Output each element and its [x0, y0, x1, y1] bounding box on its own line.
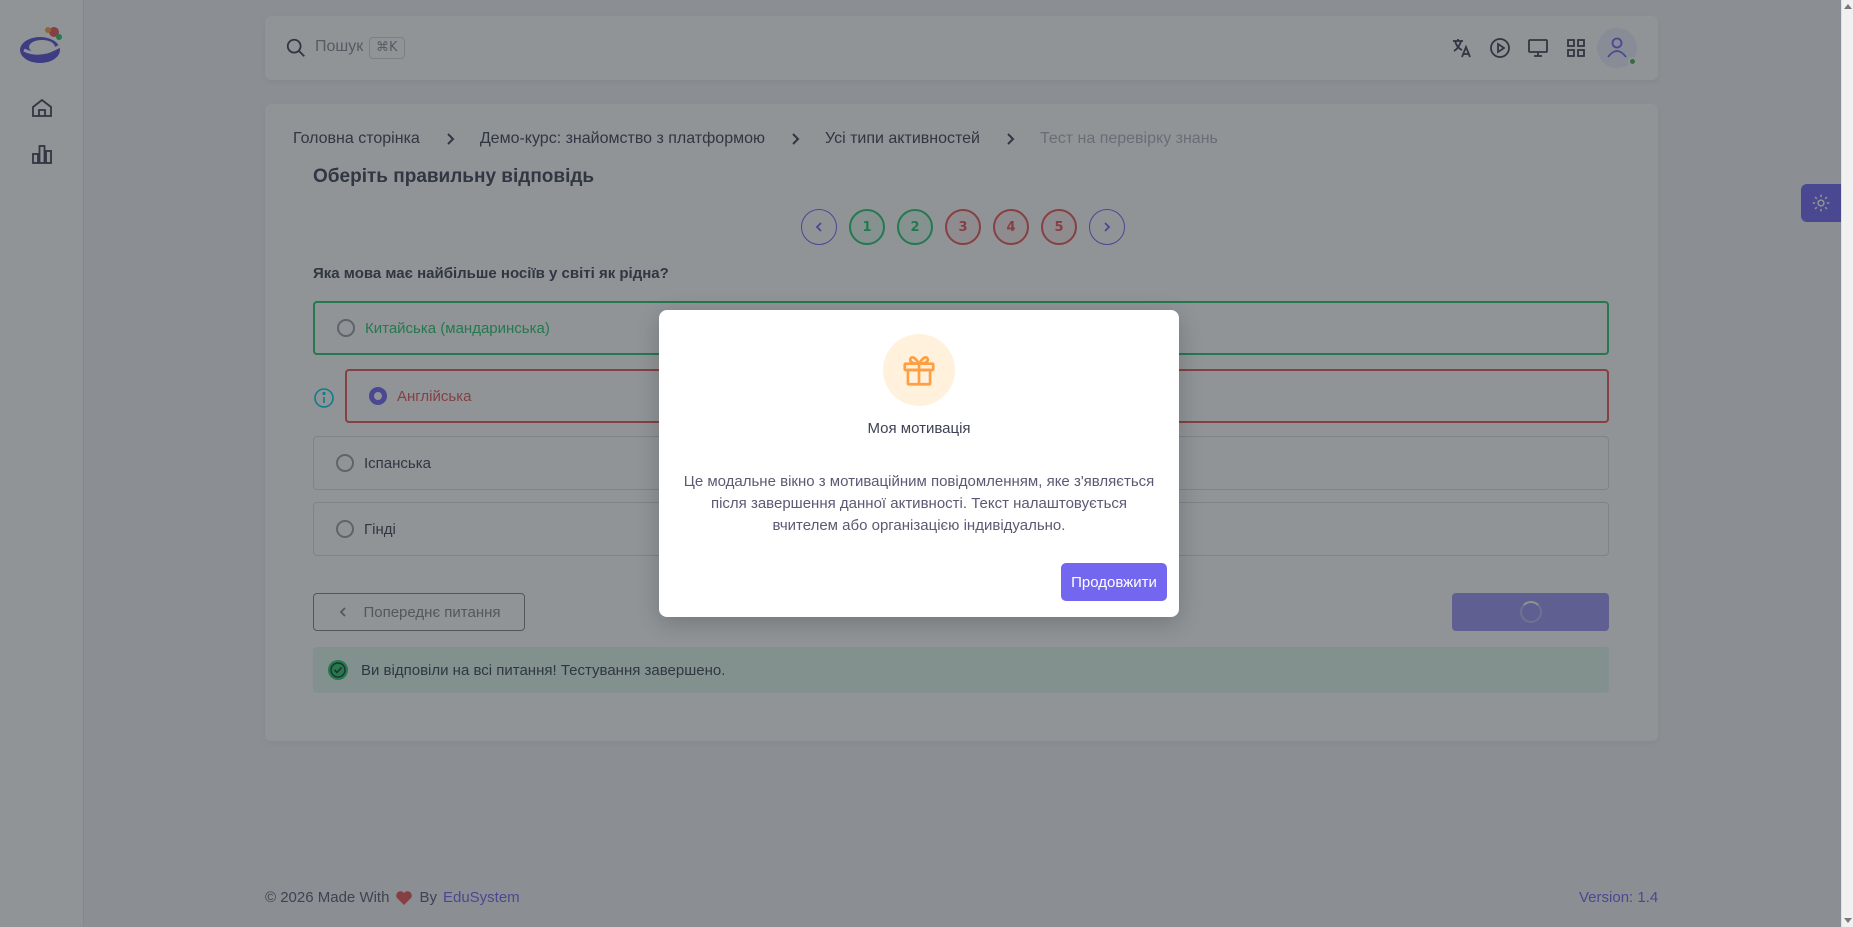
gift-icon [903, 356, 935, 386]
scroll-down-arrow[interactable] [1844, 918, 1852, 923]
page-scrollbar[interactable] [1841, 0, 1853, 927]
motivation-modal: Моя мотивація Це модальне вікно з мотива… [659, 310, 1179, 617]
scroll-up-arrow[interactable] [1844, 4, 1852, 9]
modal-title: Моя мотивація [867, 420, 971, 437]
modal-body-text: Це модальне вікно з мотиваційним повідом… [683, 473, 1155, 534]
continue-button[interactable]: Продовжити [1061, 563, 1167, 601]
modal-icon-badge [883, 334, 955, 406]
